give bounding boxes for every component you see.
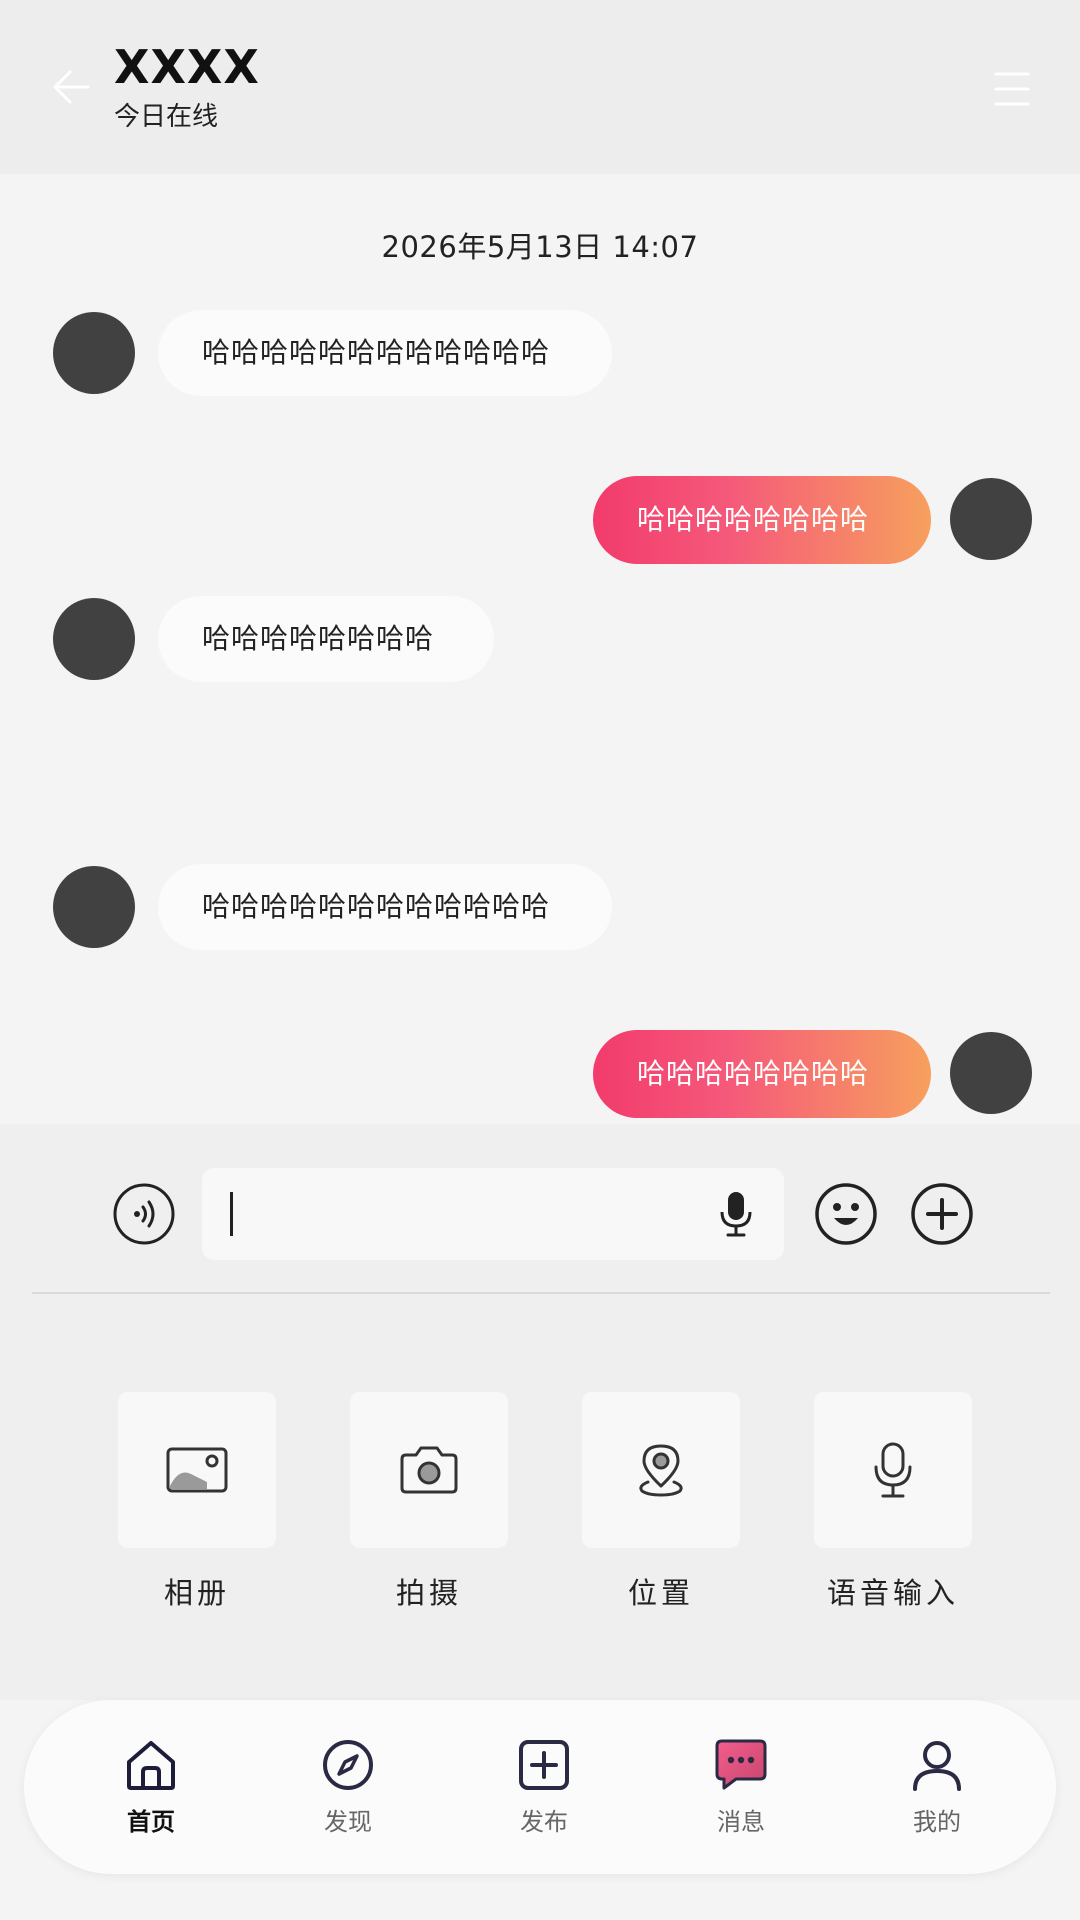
tab-messages-label: 消息 xyxy=(717,1808,765,1836)
message-composer xyxy=(0,1124,1080,1294)
online-status: 今日在线 xyxy=(114,102,219,132)
tab-publish-label: 发布 xyxy=(520,1808,568,1836)
tab-discover-label: 发现 xyxy=(324,1808,372,1836)
location-icon xyxy=(639,1444,683,1497)
tool-album-label: 相册 xyxy=(163,1576,230,1610)
incoming-message[interactable]: 哈哈哈哈哈哈哈哈哈哈哈哈 xyxy=(158,864,612,950)
tool-album[interactable]: 相册 xyxy=(118,1392,276,1612)
add-square-icon xyxy=(519,1740,569,1790)
tab-home[interactable]: 首页 xyxy=(91,1738,211,1837)
attachment-panel: 相册 拍摄 位置 语音输入 xyxy=(0,1294,1080,1700)
outgoing-message[interactable]: 哈哈哈哈哈哈哈哈 xyxy=(593,476,931,564)
tab-home-label: 首页 xyxy=(127,1808,175,1836)
tool-location-button[interactable] xyxy=(582,1392,740,1548)
tool-location[interactable]: 位置 xyxy=(582,1392,740,1612)
contact-avatar[interactable] xyxy=(53,598,135,680)
my-avatar[interactable] xyxy=(950,1032,1032,1114)
chat-timestamp: 2026年5月13日 14:07 xyxy=(381,230,699,264)
compass-icon xyxy=(323,1740,373,1790)
tool-voice-input-button[interactable] xyxy=(814,1392,972,1548)
plus-icon[interactable] xyxy=(910,1182,974,1246)
tab-publish[interactable]: 发布 xyxy=(484,1738,604,1837)
user-icon xyxy=(913,1741,961,1791)
menu-icon[interactable] xyxy=(994,70,1030,108)
mic-icon[interactable] xyxy=(718,1190,754,1238)
contact-name: XXXX xyxy=(114,40,260,94)
back-arrow-icon[interactable] xyxy=(48,62,98,112)
tool-location-label: 位置 xyxy=(627,1576,694,1610)
outgoing-message[interactable]: 哈哈哈哈哈哈哈哈 xyxy=(593,1030,931,1118)
message-icon xyxy=(715,1739,767,1790)
tool-camera-label: 拍摄 xyxy=(395,1576,462,1610)
text-cursor xyxy=(230,1192,233,1236)
tool-voice-input-label: 语音输入 xyxy=(826,1576,959,1610)
incoming-message[interactable]: 哈哈哈哈哈哈哈哈 xyxy=(158,596,494,682)
home-icon xyxy=(127,1741,175,1790)
my-avatar[interactable] xyxy=(950,478,1032,560)
incoming-message[interactable]: 哈哈哈哈哈哈哈哈哈哈哈哈 xyxy=(158,310,612,396)
tab-profile-label: 我的 xyxy=(913,1808,961,1836)
album-icon xyxy=(166,1447,228,1493)
bottom-tab-bar: 首页 发现 发布 消息 我的 xyxy=(24,1700,1056,1874)
tool-camera-button[interactable] xyxy=(350,1392,508,1548)
tool-camera[interactable]: 拍摄 xyxy=(350,1392,508,1612)
contact-avatar[interactable] xyxy=(53,866,135,948)
message-list[interactable]: 2026年5月13日 14:07 哈哈哈哈哈哈哈哈哈哈哈哈 哈哈哈哈哈哈哈哈 哈… xyxy=(0,174,1080,1124)
emoji-icon[interactable] xyxy=(814,1182,878,1246)
microphone-icon xyxy=(874,1442,912,1498)
voice-icon[interactable] xyxy=(112,1182,176,1246)
tool-album-button[interactable] xyxy=(118,1392,276,1548)
tab-discover[interactable]: 发现 xyxy=(288,1738,408,1837)
tab-messages[interactable]: 消息 xyxy=(681,1738,801,1837)
chat-header: XXXX 今日在线 xyxy=(0,0,1080,174)
message-input[interactable] xyxy=(202,1168,784,1260)
tool-voice-input[interactable]: 语音输入 xyxy=(814,1392,972,1612)
contact-avatar[interactable] xyxy=(53,312,135,394)
tab-profile[interactable]: 我的 xyxy=(877,1738,997,1837)
camera-icon xyxy=(400,1446,458,1494)
